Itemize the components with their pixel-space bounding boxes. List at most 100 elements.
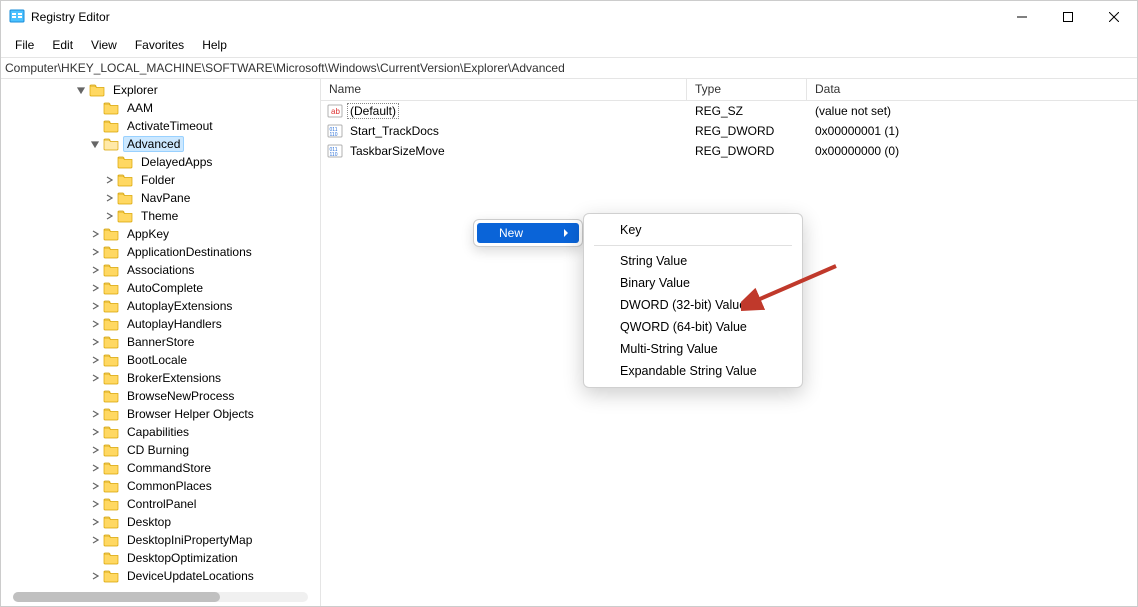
folder-icon	[103, 515, 119, 529]
address-bar[interactable]: Computer\HKEY_LOCAL_MACHINE\SOFTWARE\Mic…	[1, 57, 1137, 79]
chevron-right-icon[interactable]	[89, 300, 101, 312]
value-type: REG_DWORD	[687, 144, 807, 158]
folder-icon	[103, 317, 119, 331]
tree-item[interactable]: DocObjectView	[1, 585, 320, 588]
tree-item[interactable]: Desktop	[1, 513, 320, 531]
submenu-item[interactable]: Key	[584, 219, 802, 241]
maximize-button[interactable]	[1045, 1, 1091, 33]
tree-item-label: Associations	[123, 262, 198, 278]
chevron-right-icon[interactable]	[89, 336, 101, 348]
submenu-item[interactable]: String Value	[584, 250, 802, 272]
tree[interactable]: ExplorerAAMActivateTimeoutAdvancedDelaye…	[1, 79, 320, 588]
chevron-down-icon[interactable]	[75, 84, 87, 96]
tree-item[interactable]: Advanced	[1, 135, 320, 153]
tree-item[interactable]: Capabilities	[1, 423, 320, 441]
chevron-right-icon[interactable]	[89, 246, 101, 258]
chevron-right-icon[interactable]	[103, 210, 115, 222]
chevron-right-icon[interactable]	[89, 318, 101, 330]
svg-text:110: 110	[330, 152, 338, 158]
tree-item[interactable]: BootLocale	[1, 351, 320, 369]
tree-horizontal-scrollbar[interactable]	[13, 592, 308, 602]
submenu-item[interactable]: DWORD (32-bit) Value	[584, 294, 802, 316]
tree-item[interactable]: CommandStore	[1, 459, 320, 477]
chevron-right-icon[interactable]	[89, 462, 101, 474]
tree-item[interactable]: ActivateTimeout	[1, 117, 320, 135]
tree-item[interactable]: AutoplayExtensions	[1, 297, 320, 315]
chevron-right-icon[interactable]	[103, 192, 115, 204]
minimize-button[interactable]	[999, 1, 1045, 33]
tree-item[interactable]: NavPane	[1, 189, 320, 207]
chevron-right-icon[interactable]	[103, 174, 115, 186]
menu-edit[interactable]: Edit	[44, 36, 81, 54]
chevron-right-icon[interactable]	[89, 264, 101, 276]
tree-item-label: Folder	[137, 172, 179, 188]
menu-view[interactable]: View	[83, 36, 125, 54]
menu-help[interactable]: Help	[194, 36, 235, 54]
scrollbar-thumb[interactable]	[13, 592, 220, 602]
tree-item[interactable]: Folder	[1, 171, 320, 189]
chevron-right-icon	[563, 226, 569, 240]
tree-item[interactable]: ApplicationDestinations	[1, 243, 320, 261]
tree-item[interactable]: Associations	[1, 261, 320, 279]
tree-item[interactable]: AutoComplete	[1, 279, 320, 297]
chevron-down-icon[interactable]	[89, 138, 101, 150]
tree-item[interactable]: CommonPlaces	[1, 477, 320, 495]
tree-item[interactable]: CD Burning	[1, 441, 320, 459]
chevron-right-icon[interactable]	[89, 426, 101, 438]
tree-item[interactable]: BannerStore	[1, 333, 320, 351]
chevron-right-icon[interactable]	[89, 408, 101, 420]
chevron-placeholder	[89, 102, 101, 114]
tree-item-label: Browser Helper Objects	[123, 406, 258, 422]
tree-item[interactable]: DesktopIniPropertyMap	[1, 531, 320, 549]
folder-icon	[89, 83, 105, 97]
list-row[interactable]: ab(Default)REG_SZ(value not set)	[321, 101, 1137, 121]
tree-item[interactable]: BrowseNewProcess	[1, 387, 320, 405]
submenu-item[interactable]: QWORD (64-bit) Value	[584, 316, 802, 338]
column-header-type[interactable]: Type	[687, 79, 807, 100]
menu-file[interactable]: File	[7, 36, 42, 54]
tree-item[interactable]: Explorer	[1, 81, 320, 99]
tree-item[interactable]: DelayedApps	[1, 153, 320, 171]
tree-item-label: BootLocale	[123, 352, 191, 368]
tree-item[interactable]: AppKey	[1, 225, 320, 243]
tree-item[interactable]: Theme	[1, 207, 320, 225]
folder-icon	[103, 479, 119, 493]
chevron-right-icon[interactable]	[89, 228, 101, 240]
submenu-item[interactable]: Binary Value	[584, 272, 802, 294]
chevron-right-icon[interactable]	[89, 480, 101, 492]
menu-separator	[594, 245, 792, 246]
tree-item[interactable]: DeviceUpdateLocations	[1, 567, 320, 585]
submenu-item[interactable]: Expandable String Value	[584, 360, 802, 382]
folder-icon	[103, 137, 119, 151]
tree-item[interactable]: BrokerExtensions	[1, 369, 320, 387]
tree-item[interactable]: AAM	[1, 99, 320, 117]
chevron-right-icon[interactable]	[89, 534, 101, 546]
tree-item[interactable]: DesktopOptimization	[1, 549, 320, 567]
context-menu-new[interactable]: New	[477, 223, 579, 243]
list-row[interactable]: 011110Start_TrackDocsREG_DWORD0x00000001…	[321, 121, 1137, 141]
menu-favorites[interactable]: Favorites	[127, 36, 192, 54]
binary-value-icon: 011110	[327, 143, 343, 159]
string-value-icon: ab	[327, 103, 343, 119]
column-header-data[interactable]: Data	[807, 79, 1137, 100]
close-button[interactable]	[1091, 1, 1137, 33]
chevron-right-icon[interactable]	[89, 570, 101, 582]
submenu-item[interactable]: Multi-String Value	[584, 338, 802, 360]
tree-item-label: Capabilities	[123, 424, 193, 440]
chevron-right-icon[interactable]	[89, 498, 101, 510]
chevron-right-icon[interactable]	[89, 516, 101, 528]
tree-item-label: AutoComplete	[123, 280, 207, 296]
menubar: File Edit View Favorites Help	[1, 33, 1137, 57]
list-row[interactable]: 011110TaskbarSizeMoveREG_DWORD0x00000000…	[321, 141, 1137, 161]
chevron-right-icon[interactable]	[89, 354, 101, 366]
chevron-right-icon[interactable]	[89, 372, 101, 384]
folder-icon	[103, 371, 119, 385]
chevron-right-icon[interactable]	[89, 282, 101, 294]
tree-item[interactable]: Browser Helper Objects	[1, 405, 320, 423]
folder-icon	[103, 551, 119, 565]
tree-item[interactable]: AutoplayHandlers	[1, 315, 320, 333]
chevron-right-icon[interactable]	[89, 444, 101, 456]
column-header-name[interactable]: Name	[321, 79, 687, 100]
tree-item[interactable]: ControlPanel	[1, 495, 320, 513]
window-title: Registry Editor	[31, 10, 110, 24]
